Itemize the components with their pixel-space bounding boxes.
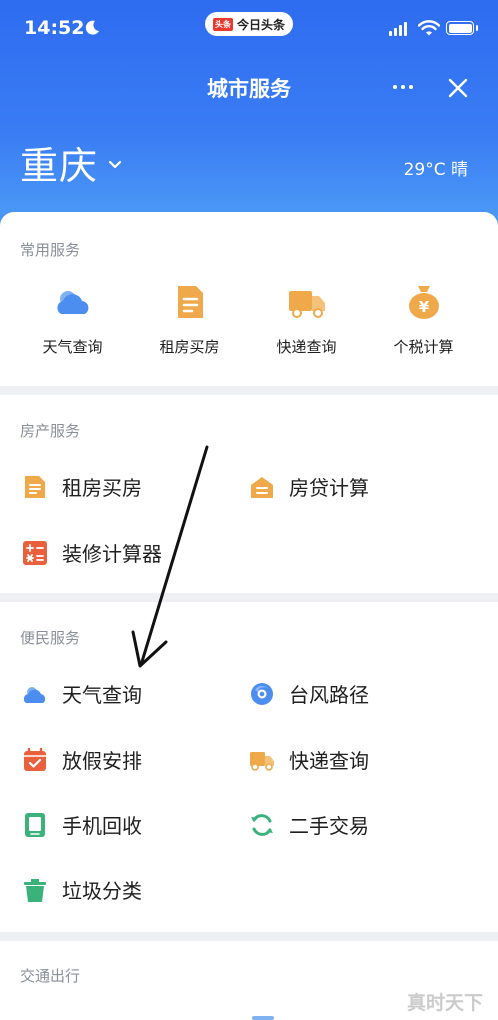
section-title: 便民服务: [20, 629, 81, 647]
trash-icon: [24, 878, 46, 902]
service-mortgage[interactable]: 房贷计算: [249, 472, 369, 501]
common-services-grid: 天气查询 租房买房 快递查询 ¥ 个税计算: [0, 282, 498, 357]
calculator-icon: [23, 540, 47, 565]
service-label: 快递查询: [289, 749, 369, 773]
common-services-card: 常用服务 天气查询 租房买房 快递查询 ¥ 个税计算: [0, 212, 498, 386]
service-label: 租房买房: [62, 476, 142, 500]
service-weather[interactable]: 天气查询: [14, 282, 131, 357]
service-rent-buy[interactable]: 租房买房: [22, 472, 142, 501]
weather-summary: 29°C 晴: [403, 160, 468, 180]
service-express[interactable]: 快递查询: [248, 282, 365, 357]
refresh-icon: [251, 813, 273, 836]
service-renovation-calculator[interactable]: 装修计算器: [22, 538, 162, 567]
housing-services-card: 房产服务 租房买房 房贷计算 装修计算器: [0, 395, 498, 593]
service-label: 台风路径: [289, 683, 369, 707]
service-tax[interactable]: ¥ 个税计算: [365, 282, 482, 357]
service-rent-buy[interactable]: 租房买房: [131, 282, 248, 357]
wifi-icon: [418, 20, 440, 36]
money-bag-icon: ¥: [408, 286, 439, 319]
status-bar: 14:52 头条 今日头条: [0, 0, 498, 62]
service-label: 装修计算器: [62, 542, 162, 566]
svg-text:¥: ¥: [418, 298, 429, 316]
typhoon-icon: [251, 682, 273, 705]
cloud-icon: [56, 291, 88, 314]
header: 14:52 头条 今日头条 城市服务 重庆 29°C 晴: [0, 0, 498, 240]
service-holiday-schedule[interactable]: 放假安排: [22, 745, 142, 774]
close-icon[interactable]: [446, 76, 470, 100]
service-express[interactable]: 快递查询: [249, 745, 369, 774]
app-return-pill[interactable]: 头条 今日头条: [205, 12, 293, 36]
dot-icon: [393, 85, 397, 89]
convenience-services-card: 便民服务 天气查询 台风路径 放假安排 快递查询 手机回收 二手交易 垃圾分类: [0, 602, 498, 932]
document-icon: [177, 286, 203, 318]
service-label: 租房买房: [159, 338, 220, 356]
moon-icon: [85, 20, 99, 35]
service-typhoon-track[interactable]: 台风路径: [249, 679, 369, 708]
service-label: 房贷计算: [289, 476, 369, 500]
service-phone-recycle[interactable]: 手机回收: [22, 810, 142, 839]
battery-icon: [446, 21, 474, 35]
service-garbage-sorting[interactable]: 垃圾分类: [22, 875, 142, 904]
service-label: 天气查询: [42, 338, 103, 356]
cloud-icon: [23, 686, 46, 703]
section-title: 交通出行: [20, 967, 81, 985]
battery-tip: [476, 25, 478, 31]
service-label: 放假安排: [62, 749, 142, 773]
service-label: 垃圾分类: [62, 879, 142, 903]
section-title: 房产服务: [20, 422, 81, 440]
service-secondhand-trade[interactable]: 二手交易: [249, 810, 369, 839]
service-label: 二手交易: [289, 814, 369, 838]
document-icon: [25, 475, 45, 498]
chevron-down-icon: [108, 160, 122, 168]
app-logo-icon: 头条: [212, 17, 233, 31]
dot-icon: [409, 85, 413, 89]
city-name: 重庆: [20, 144, 99, 188]
service-label: 手机回收: [62, 814, 142, 838]
status-time: 14:52: [24, 17, 85, 39]
city-selector[interactable]: 重庆: [20, 135, 124, 190]
page-title: 城市服务: [207, 77, 291, 101]
house-icon: [251, 476, 273, 498]
service-weather[interactable]: 天气查询: [22, 679, 142, 708]
service-label: 个税计算: [393, 338, 454, 356]
calendar-icon: [24, 747, 46, 771]
truck-icon: [250, 751, 274, 771]
traffic-icon: [252, 1016, 274, 1020]
phone-recycle-icon: [25, 812, 45, 837]
truck-icon: [288, 291, 325, 318]
service-label: 天气查询: [62, 683, 142, 707]
dot-icon: [401, 85, 405, 89]
section-title: 常用服务: [20, 241, 81, 259]
signal-icon: [389, 22, 407, 36]
more-button[interactable]: [388, 72, 418, 102]
service-label: 快递查询: [276, 338, 337, 356]
app-name: 今日头条: [236, 17, 285, 32]
watermark: 真时天下: [407, 992, 484, 1014]
